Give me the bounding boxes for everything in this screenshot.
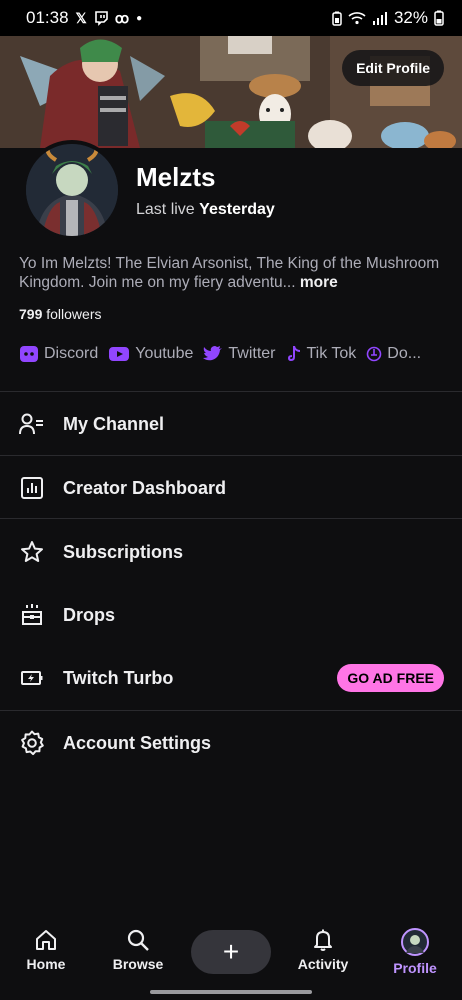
social-label: Tik Tok — [306, 345, 357, 362]
gear-icon — [19, 730, 45, 756]
social-label: Do... — [387, 345, 422, 362]
bio-text: Yo Im Melzts! The Elvian Arsonist, The K… — [19, 255, 440, 291]
youtube-icon — [109, 347, 130, 361]
profile-avatar-icon — [401, 928, 429, 956]
menu-item-subscriptions[interactable]: Subscriptions — [0, 524, 462, 580]
social-links: Discord Youtube Twitter Tik Tok Do... — [19, 342, 462, 366]
edit-profile-button[interactable]: Edit Profile — [342, 50, 444, 86]
turbo-battery-icon — [19, 665, 45, 691]
battery-icon — [434, 10, 444, 26]
menu-label: Drops — [63, 604, 116, 625]
avatar[interactable] — [22, 140, 122, 240]
twitch-notification-icon — [95, 10, 108, 26]
nav-label: Browse — [112, 956, 164, 972]
last-live-status: Last live Yesterday — [136, 201, 275, 219]
menu-item-my-channel[interactable]: My Channel — [0, 396, 462, 452]
menu-item-account-settings[interactable]: Account Settings — [0, 715, 462, 771]
channel-bio: Yo Im Melzts! The Elvian Arsonist, The K… — [19, 254, 449, 292]
social-link-discord[interactable]: Discord — [19, 345, 98, 363]
menu-label: Subscriptions — [63, 541, 184, 562]
nav-activity[interactable]: Activity — [283, 928, 363, 972]
nav-label: Home — [26, 956, 66, 972]
notification-dot-icon: ● — [136, 12, 143, 24]
social-label: Discord — [44, 345, 99, 362]
discord-icon — [20, 346, 38, 362]
menu-label: Account Settings — [63, 732, 212, 753]
avatar-artwork — [26, 144, 118, 236]
star-icon — [19, 539, 45, 565]
bell-icon — [314, 929, 332, 951]
status-time: 01:38 — [26, 8, 69, 27]
person-icon — [19, 411, 45, 437]
donate-icon — [366, 346, 382, 362]
home-indicator[interactable] — [150, 990, 312, 994]
drops-icon — [19, 602, 45, 628]
social-link-twitter[interactable]: Twitter — [203, 345, 276, 363]
x-app-icon: 𝕏 — [75, 9, 87, 26]
nav-browse[interactable]: Browse — [98, 928, 178, 972]
menu-label: Creator Dashboard — [63, 477, 227, 498]
menu-item-creator-dashboard[interactable]: Creator Dashboard — [0, 460, 462, 516]
signal-icon — [372, 12, 387, 25]
channel-username: Melzts — [136, 162, 216, 192]
menu-item-twitch-turbo[interactable]: Twitch Turbo GO AD FREE — [0, 650, 462, 706]
followers-count: 799 followers — [19, 306, 102, 322]
nav-profile[interactable]: Profile — [375, 928, 455, 976]
nav-label: Activity — [297, 956, 349, 972]
divider — [0, 391, 462, 392]
bottom-navigation: Home Browse + Activity Profile — [0, 918, 462, 984]
home-icon — [36, 930, 56, 950]
social-link-tiktok[interactable]: Tik Tok — [286, 345, 357, 363]
battery-percent: 32% — [393, 8, 428, 27]
battery-saver-icon — [332, 11, 342, 26]
menu-label: My Channel — [63, 413, 165, 434]
social-label: Twitter — [228, 345, 276, 362]
dashboard-icon — [19, 475, 45, 501]
voicemail-icon: ꝏ — [114, 9, 130, 26]
twitter-icon — [203, 346, 223, 361]
menu-item-drops[interactable]: Drops — [0, 587, 462, 643]
divider — [0, 710, 462, 711]
tiktok-icon — [287, 346, 300, 361]
go-ad-free-button[interactable]: GO AD FREE — [337, 664, 444, 692]
nav-home[interactable]: Home — [6, 928, 86, 972]
status-bar: 01:38 𝕏 ꝏ ● 32% — [0, 0, 462, 36]
plus-icon: + — [222, 936, 240, 967]
followers-number: 799 — [19, 306, 43, 322]
last-live-prefix: Last live — [136, 201, 195, 218]
social-link-youtube[interactable]: Youtube — [108, 345, 193, 363]
search-icon — [127, 929, 149, 951]
divider — [0, 518, 462, 519]
nav-label: Profile — [393, 960, 437, 976]
wifi-icon — [348, 12, 366, 25]
followers-label: followers — [46, 306, 102, 322]
menu-label: Twitch Turbo — [63, 667, 174, 688]
social-label: Youtube — [135, 345, 194, 362]
create-button[interactable]: + — [191, 930, 271, 974]
social-link-donate[interactable]: Do... — [366, 345, 421, 363]
bio-more-link[interactable]: more — [300, 274, 338, 291]
divider — [0, 455, 462, 456]
profile-banner: Edit Profile — [0, 36, 462, 148]
last-live-value: Yesterday — [199, 201, 275, 218]
